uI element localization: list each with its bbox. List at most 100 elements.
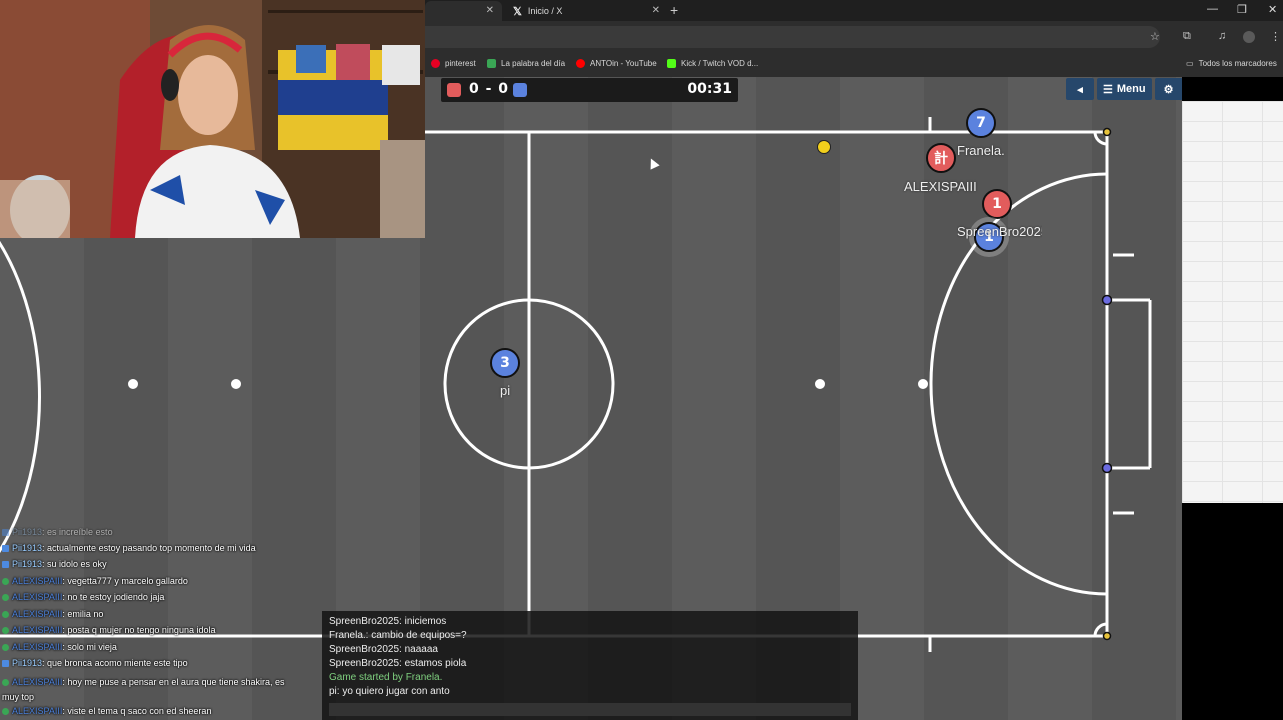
- stream-chat-line: ALEXISPAIII: hoy me puse a pensar en el …: [2, 675, 302, 705]
- red-team-square: [447, 83, 461, 97]
- media-icon[interactable]: ♫: [1218, 30, 1226, 42]
- player-name-pi: pi: [500, 383, 511, 398]
- chat-user: ALEXISPAIII: [12, 625, 63, 635]
- right-panel: [1182, 77, 1283, 720]
- tab-2-title: Inicio / X: [527, 6, 563, 16]
- chat-msg: : solo mi vieja: [62, 642, 117, 652]
- game-chat-line: pi: yo quiero jugar con anto: [329, 686, 450, 697]
- match-timer: 00:31: [687, 81, 732, 97]
- restore-button[interactable]: ❐: [1237, 3, 1247, 16]
- p-icon: [487, 59, 496, 68]
- game-chat-input[interactable]: [329, 703, 851, 716]
- chat-user: ALEXISPAIII: [12, 677, 63, 687]
- close-tab-icon[interactable]: ✕: [652, 5, 660, 16]
- badge-icon: [2, 708, 9, 715]
- minimize-button[interactable]: —: [1207, 3, 1218, 15]
- chat-user: ALEXISPAIII: [12, 576, 63, 586]
- stream-chat-line: ALEXISPAIII: emilia no: [2, 609, 103, 619]
- new-tab-button[interactable]: +: [670, 2, 678, 18]
- menu-button[interactable]: ☰ Menu: [1097, 78, 1152, 100]
- bookmark-kick[interactable]: Kick / Twitch VOD d...: [667, 59, 758, 68]
- scoreboard: 0 - 0 00:31: [441, 78, 738, 102]
- badge-icon: [2, 594, 9, 601]
- all-bookmarks-label: Todos los marcadores: [1198, 59, 1277, 68]
- profile-icon[interactable]: [1243, 31, 1255, 43]
- settings-button[interactable]: ⚙: [1154, 78, 1183, 100]
- stream-chat-line: ALEXISPAIII: posta q mujer no tengo ning…: [2, 625, 215, 635]
- badge-icon: [2, 578, 9, 585]
- player-name-alexispaiii: ALEXISPAIII: [904, 179, 977, 194]
- chat-user: ALEXISPAIII: [12, 609, 63, 619]
- blue-team-square: [513, 83, 527, 97]
- chat-msg: : emilia no: [62, 609, 104, 619]
- extensions-icon[interactable]: ⧉: [1183, 30, 1191, 43]
- bookmark-label: Kick / Twitch VOD d...: [681, 59, 759, 68]
- bookmark-label: ANTOin - YouTube: [590, 59, 657, 68]
- game-chat-panel: SpreenBro2025: iniciemos Franela.: cambi…: [322, 611, 858, 720]
- browser-tab-bar: ✕ 𝕏 Inicio / X ✕ + — ❐ ✕: [425, 0, 1283, 21]
- stream-chat-line: Pii1913: es increíble esto: [2, 527, 113, 537]
- bookmark-palabra[interactable]: La palabra del día: [487, 59, 565, 68]
- stream-chat-line: Pii1913: su idolo es oky: [2, 559, 107, 569]
- stream-chat-line: ALEXISPAIII: viste el tema q saco con ed…: [2, 706, 211, 716]
- pinterest-icon: [431, 59, 440, 68]
- brick-wall-background: [1182, 101, 1283, 503]
- game-chat-line: SpreenBro2025: iniciemos: [329, 616, 447, 627]
- chat-msg: : viste el tema q saco con ed sheeran: [62, 706, 212, 716]
- menu-icon[interactable]: ⋮: [1270, 30, 1281, 43]
- chat-msg: : actualmente estoy pasando top momento …: [42, 543, 256, 553]
- chat-msg: : posta q mujer no tengo ninguna idola: [62, 625, 216, 635]
- badge-icon: [2, 644, 9, 651]
- badge-icon: [2, 529, 9, 536]
- stream-chat-line: Pii1913: que bronca acomo miente este ti…: [2, 658, 188, 668]
- folder-icon: ▭: [1186, 59, 1194, 68]
- stream-chat-line: ALEXISPAIII: solo mi vieja: [2, 642, 117, 652]
- chat-msg: : vegetta777 y marcelo gallardo: [62, 576, 188, 586]
- chat-msg: : es increíble esto: [42, 527, 113, 537]
- stream-chat-line: ALEXISPAIII: no te estoy jodiendo jaja: [2, 592, 164, 602]
- close-tab-icon[interactable]: ✕: [486, 5, 494, 16]
- hamburger-icon: ☰: [1103, 83, 1113, 96]
- back-button[interactable]: ◂: [1066, 78, 1094, 100]
- kick-icon: [667, 59, 676, 68]
- chat-user: ALEXISPAIII: [12, 592, 63, 602]
- game-top-buttons: ◂ ☰ Menu ⚙: [1066, 78, 1183, 100]
- bookmark-youtube[interactable]: ANTOin - YouTube: [576, 59, 657, 68]
- chat-user: Pii1913: [12, 559, 43, 569]
- bookmarks-bar: pinterest La palabra del día ANTOin - Yo…: [425, 53, 1283, 77]
- player-red-1: 1: [982, 189, 1012, 219]
- game-chat-line: Franela.: cambio de equipos=?: [329, 630, 467, 641]
- stream-chat-line: Pii1913: actualmente estoy pasando top m…: [2, 543, 256, 553]
- star-icon[interactable]: ☆: [1150, 30, 1160, 43]
- ball: [817, 140, 831, 154]
- game-chat-line: SpreenBro2025: estamos piola: [329, 658, 467, 669]
- address-bar[interactable]: [425, 26, 1160, 48]
- score: 0 - 0: [469, 81, 510, 97]
- badge-icon: [2, 660, 9, 667]
- player-blue-pi: 3: [490, 348, 520, 378]
- webcam-feed: [0, 0, 425, 238]
- badge-icon: [2, 611, 9, 618]
- chat-user: ALEXISPAIII: [12, 706, 63, 716]
- webcam-overlay: [0, 0, 425, 238]
- chat-msg: : su idolo es oky: [42, 559, 107, 569]
- all-bookmarks[interactable]: ▭ Todos los marcadores: [1186, 59, 1277, 68]
- browser-tab-1[interactable]: ✕: [425, 1, 502, 21]
- menu-label: Menu: [1116, 83, 1146, 95]
- player-name-franela: Franela.: [957, 143, 1005, 158]
- bookmark-pinterest[interactable]: pinterest: [431, 59, 476, 68]
- chat-user: ALEXISPAIII: [12, 642, 63, 652]
- game-chat-system-line: Game started by Franela.: [329, 672, 443, 683]
- x-logo-icon: 𝕏: [513, 5, 522, 18]
- close-window-button[interactable]: ✕: [1268, 3, 1277, 16]
- player-blue-franela: 7: [966, 108, 996, 138]
- browser-toolbar: ☆ ⧉ ♫ ⋮: [425, 21, 1283, 53]
- chat-user: Pii1913: [12, 527, 43, 537]
- badge-icon: [2, 561, 9, 568]
- game-chat-line: SpreenBro2025: naaaaa: [329, 644, 438, 655]
- player-name-spreenbro: SpreenBro2025: [957, 224, 1042, 239]
- chat-user: Pii1913: [12, 543, 43, 553]
- browser-tab-2[interactable]: 𝕏 Inicio / X ✕: [507, 1, 668, 21]
- badge-icon: [2, 679, 9, 686]
- badge-icon: [2, 545, 9, 552]
